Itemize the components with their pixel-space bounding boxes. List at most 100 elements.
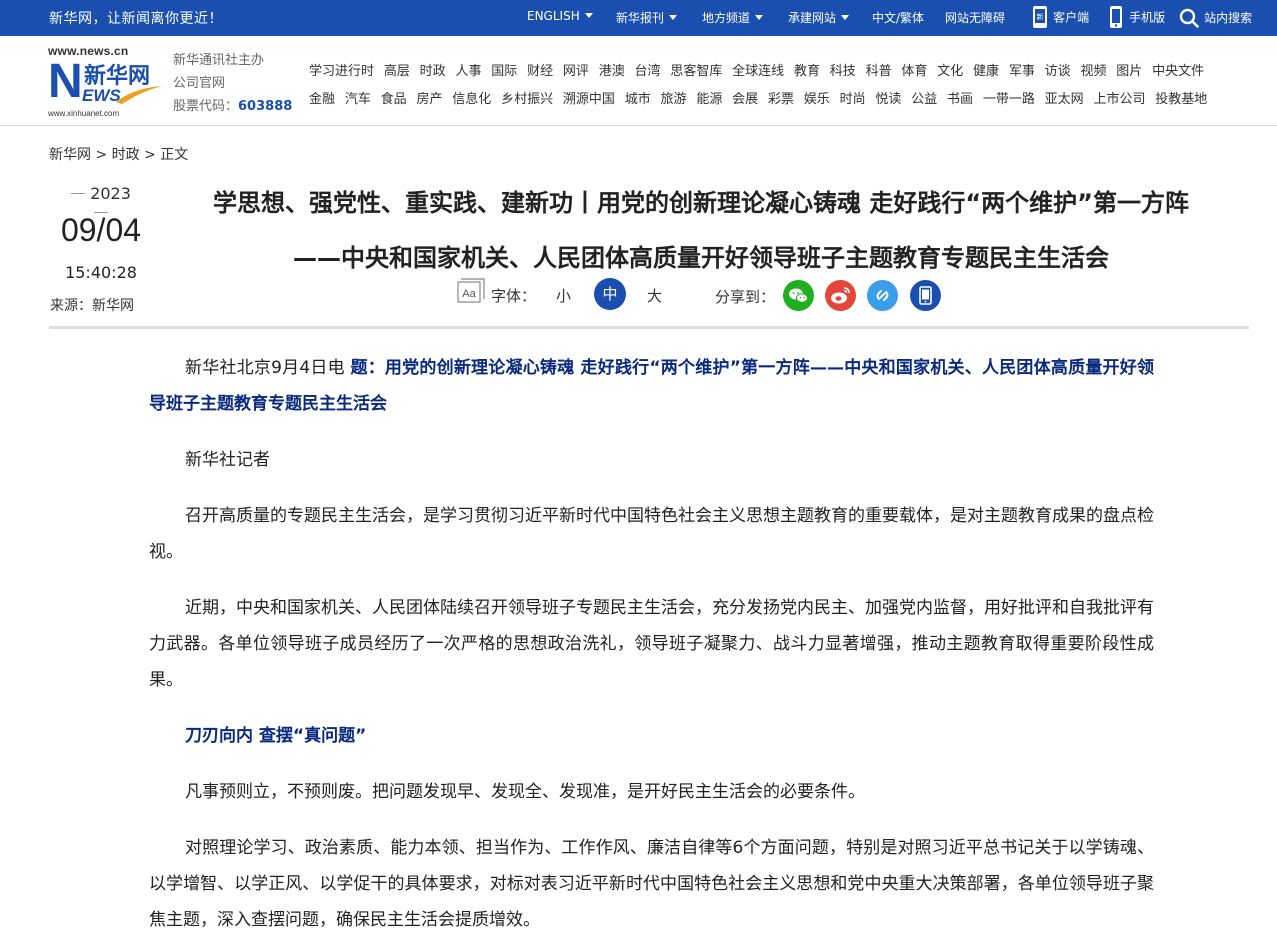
divider xyxy=(71,193,86,194)
nav-item[interactable]: 汽车 xyxy=(345,92,371,107)
svg-text:Aa: Aa xyxy=(462,288,476,300)
paragraph: 凡事预则立，不预则废。把问题发现早、发现全、发现准，是开好民主生活会的必要条件。 xyxy=(185,782,865,802)
mobile-phone-icon xyxy=(1110,6,1122,28)
top-bar: 新华网，让新闻离你更近！ ENGLISH 新华报刊 地方频道 承建网站 中文/繁… xyxy=(0,0,1277,36)
font-size-large-button[interactable]: 大 xyxy=(647,285,662,306)
site-search-link[interactable]: 站内搜索 xyxy=(1179,7,1252,28)
nav-item[interactable]: 公益 xyxy=(911,92,937,107)
nav-item[interactable]: 能源 xyxy=(696,92,722,107)
font-size-small-button[interactable]: 小 xyxy=(556,285,571,306)
nav-item[interactable]: 上市公司 xyxy=(1093,92,1145,107)
article-source: 来源：新华网 xyxy=(50,298,134,314)
share-weibo-button[interactable] xyxy=(825,280,856,311)
font-size-icon: Aa xyxy=(457,278,485,303)
nav-item[interactable]: 港澳 xyxy=(599,64,625,79)
nav-item[interactable]: 娱乐 xyxy=(804,92,830,107)
nav-item[interactable]: 乡村振兴 xyxy=(501,92,553,107)
nav-item[interactable]: 国际 xyxy=(491,64,517,79)
org-line-1: 新华通讯社主办 xyxy=(173,53,265,68)
article-title: 学思想、强党性、重实践、建新功丨用党的创新理论凝心铸魂 走好践行“两个维护”第一… xyxy=(213,189,1189,272)
topnav-traditional-chinese[interactable]: 中文/繁体 xyxy=(872,9,924,26)
nav-item[interactable]: 信息化 xyxy=(452,92,491,107)
search-icon xyxy=(1179,8,1199,28)
nav-item[interactable]: 房产 xyxy=(416,92,442,107)
nav-item[interactable]: 金融 xyxy=(309,92,335,107)
font-size-medium-button[interactable]: 中 xyxy=(594,278,626,310)
topnav-english[interactable]: ENGLISH xyxy=(527,9,593,23)
org-line-2: 公司官网 xyxy=(173,76,226,91)
logo-url-secondary: www.xinhuanet.com xyxy=(48,109,120,118)
nav-item[interactable]: 人事 xyxy=(455,64,481,79)
client-app-icon: 新 xyxy=(1033,6,1047,28)
link-icon xyxy=(876,290,889,301)
nav-item[interactable]: 书画 xyxy=(947,92,973,107)
chevron-down-icon xyxy=(669,15,678,20)
nav-item[interactable]: 悦读 xyxy=(875,92,901,107)
nav-item[interactable]: 网评 xyxy=(563,64,589,79)
weibo-icon xyxy=(831,287,850,304)
topnav-accessibility[interactable]: 网站无障碍 xyxy=(945,9,1005,26)
chevron-down-icon xyxy=(584,13,593,18)
nav-item[interactable]: 思客智库 xyxy=(670,64,722,79)
nav-item[interactable]: 会展 xyxy=(732,92,758,107)
nav-item[interactable]: 溯源中国 xyxy=(563,92,615,107)
stock-info: 股票代码：603888 xyxy=(173,99,293,114)
nav-item[interactable]: 教育 xyxy=(794,64,820,79)
nav-item[interactable]: 体育 xyxy=(901,64,927,79)
breadcrumb-home[interactable]: 新华网 xyxy=(49,147,91,163)
share-wechat-button[interactable] xyxy=(783,280,814,311)
topnav-hosted-sites[interactable]: 承建网站 xyxy=(788,9,850,26)
byline: 新华社记者 xyxy=(185,450,270,470)
nav-item[interactable]: 亚太网 xyxy=(1045,92,1084,107)
site-slogan: 新华网，让新闻离你更近！ xyxy=(49,11,223,27)
mobile-version-link[interactable]: 手机版 xyxy=(1108,5,1165,29)
nav-item[interactable]: 城市 xyxy=(625,92,651,107)
topnav-local-channels[interactable]: 地方频道 xyxy=(702,9,764,26)
paragraph: 近期，中央和国家机关、人民团体陆续召开领导班子专题民主生活会，充分发扬党内民主、… xyxy=(149,598,1154,690)
nav-item[interactable]: 时尚 xyxy=(840,92,866,107)
nav-item[interactable]: 学习进行时 xyxy=(309,64,374,79)
share-mobile-button[interactable] xyxy=(910,280,941,311)
article-body: 新华社北京9月4日电 题：用党的创新理论凝心铸魂 走好践行“两个维护”第一方阵—… xyxy=(149,350,1154,945)
site-header: www.news.cn N 新华网 EWS www.xinhuanet.com … xyxy=(0,36,1277,126)
client-app-link[interactable]: 新 客户端 xyxy=(1032,5,1089,29)
breadcrumb-separator: > xyxy=(95,147,108,163)
font-size-label: 字体： xyxy=(491,287,537,305)
paragraph: 召开高质量的专题民主生活会，是学习贯彻习近平新时代中国特色社会主义思想主题教育的… xyxy=(149,506,1154,562)
paragraph: 对照理论学习、政治素质、能力本领、担当作为、工作作风、廉洁自律等6个方面问题，特… xyxy=(149,838,1154,930)
share-label: 分享到： xyxy=(715,288,776,306)
stock-code: 603888 xyxy=(238,99,293,114)
nav-item[interactable]: 图片 xyxy=(1116,64,1142,79)
nav-item[interactable]: 食品 xyxy=(381,92,407,107)
nav-item[interactable]: 财经 xyxy=(527,64,553,79)
breadcrumb-section[interactable]: 时政 xyxy=(112,147,140,163)
nav-item[interactable]: 台湾 xyxy=(635,64,661,79)
nav-item[interactable]: 视频 xyxy=(1080,64,1106,79)
xinhuanet-logo[interactable]: www.news.cn N 新华网 EWS www.xinhuanet.com xyxy=(48,44,166,120)
organization-info: 新华通讯社主办 公司官网 股票代码：603888 xyxy=(173,49,292,118)
logo-letter-n: N xyxy=(48,55,83,108)
breadcrumb-current: 正文 xyxy=(160,147,189,163)
nav-item[interactable]: 投教基地 xyxy=(1155,92,1207,107)
nav-item[interactable]: 一带一路 xyxy=(983,92,1035,107)
nav-item[interactable]: 彩票 xyxy=(768,92,794,107)
chevron-down-icon xyxy=(841,15,850,20)
publish-time: 15:40:28 xyxy=(65,263,137,282)
breadcrumb-separator: > xyxy=(144,147,156,163)
nav-item[interactable]: 健康 xyxy=(973,64,999,79)
nav-item[interactable]: 旅游 xyxy=(661,92,687,107)
topnav-newspapers[interactable]: 新华报刊 xyxy=(616,9,678,26)
article-lead-paragraph: 新华社北京9月4日电 题：用党的创新理论凝心铸魂 走好践行“两个维护”第一方阵—… xyxy=(149,350,1154,422)
nav-item[interactable]: 访谈 xyxy=(1045,64,1071,79)
nav-item[interactable]: 科技 xyxy=(830,64,856,79)
nav-item[interactable]: 中央文件 xyxy=(1152,64,1204,79)
publish-date: 09/04 xyxy=(60,212,142,248)
mobile-phone-icon xyxy=(919,286,932,305)
nav-item[interactable]: 全球连线 xyxy=(732,64,784,79)
nav-item[interactable]: 军事 xyxy=(1009,64,1035,79)
nav-item[interactable]: 科普 xyxy=(866,64,892,79)
nav-item[interactable]: 文化 xyxy=(937,64,963,79)
nav-item[interactable]: 时政 xyxy=(420,64,446,79)
nav-item[interactable]: 高层 xyxy=(384,64,410,79)
share-link-button[interactable] xyxy=(867,280,898,311)
